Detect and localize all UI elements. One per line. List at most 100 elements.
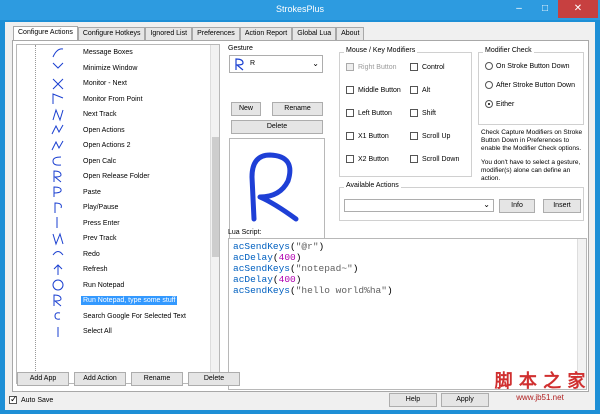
x1-button-label: X1 Button	[358, 132, 389, 140]
action-list-item[interactable]: Open Actions	[17, 123, 219, 139]
right-button-checkbox[interactable]: Right Button	[346, 63, 397, 71]
action-list-item-label: Run Notepad	[83, 281, 125, 289]
info-button[interactable]: Info	[499, 199, 535, 213]
action-list-item[interactable]: Open Release Folder	[17, 169, 219, 185]
action-list-item[interactable]: Run Notepad	[17, 278, 219, 294]
control-label: Control	[422, 63, 445, 71]
radio-on-stroke-down-label: On Stroke Button Down	[496, 62, 570, 70]
radio-after-stroke-down[interactable]: After Stroke Button Down	[485, 81, 575, 89]
gesture-new-button[interactable]: New	[231, 102, 261, 116]
control-checkbox[interactable]: Control	[410, 63, 445, 71]
radio-on-stroke-down[interactable]: On Stroke Button Down	[485, 62, 570, 70]
x2-button-checkbox[interactable]: X2 Button	[346, 155, 389, 163]
lua-argument: "hello world%ha"	[295, 285, 387, 296]
action-list-item-label: Open Calc	[83, 157, 117, 165]
maximize-button[interactable]: □	[532, 0, 558, 18]
add-app-button[interactable]: Add App	[17, 372, 69, 386]
left-button-checkbox[interactable]: Left Button	[346, 109, 392, 117]
modifier-check-title: Modifier Check	[483, 47, 534, 54]
tab-about[interactable]: About	[336, 27, 365, 40]
tab-preferences[interactable]: Preferences	[192, 27, 240, 40]
middle-button-checkbox[interactable]: Middle Button	[346, 86, 401, 94]
gesture-thumbnail-icon	[52, 78, 64, 90]
action-list-item[interactable]: Open Actions 2	[17, 138, 219, 154]
modifier-check-note: Check Capture Modifiers on Stroke Button…	[481, 129, 583, 152]
lua-function-name: acDelay	[233, 274, 273, 285]
checkmark-icon: ✓	[9, 394, 18, 404]
gesture-thumbnail-icon	[54, 202, 62, 213]
gesture-preview-drawing	[249, 152, 299, 222]
action-list-item[interactable]: Redo	[17, 247, 219, 263]
watermark-text: 脚 本 之 家	[494, 371, 586, 392]
tab-configure-actions[interactable]: Configure Actions	[13, 26, 78, 40]
gesture-thumbnail-icon	[53, 170, 62, 183]
action-list-item[interactable]: Minimize Window	[17, 61, 219, 77]
action-list[interactable]: Message Boxes Minimize Window Monitor - Ne…	[16, 44, 220, 384]
gesture-delete-button[interactable]: Delete	[231, 120, 323, 134]
action-list-item[interactable]: Open Calc	[17, 154, 219, 170]
minimize-button[interactable]: –	[506, 0, 532, 18]
gesture-dropdown[interactable]: R ⌄	[229, 55, 323, 73]
action-list-item[interactable]: Search Google For Selected Text	[17, 309, 219, 325]
action-list-item-label: Redo	[83, 250, 100, 258]
gesture-thumbnail-icon	[52, 279, 64, 291]
scroll-up-checkbox[interactable]: Scroll Up	[410, 132, 450, 140]
action-list-item-label: Next Track	[83, 111, 117, 119]
tab-global-lua[interactable]: Global Lua	[292, 27, 337, 40]
shift-label: Shift	[422, 109, 437, 117]
auto-save-checkbox[interactable]: ✓ Auto Save	[9, 394, 54, 404]
chevron-down-icon: ⌄	[483, 200, 490, 209]
action-list-item-label: Minimize Window	[83, 64, 138, 72]
shift-checkbox[interactable]: Shift	[410, 109, 436, 117]
radio-either[interactable]: Either	[485, 100, 514, 108]
title-bar: StrokesPlus – □ ✕	[0, 0, 600, 20]
tab-action-report[interactable]: Action Report	[239, 27, 293, 40]
action-list-item[interactable]: Monitor From Point	[17, 92, 219, 108]
lua-code-line: acSendKeys("hello world%ha")	[233, 285, 393, 296]
gesture-rename-button[interactable]: Rename	[272, 102, 323, 116]
right-button-label: Right Button	[358, 63, 397, 71]
app-window: StrokesPlus – □ ✕ Configure Actions Confi…	[0, 0, 600, 414]
add-action-button[interactable]: Add Action	[74, 372, 126, 386]
tab-strip: Configure Actions Configure Hotkeys Ignore…	[13, 26, 365, 40]
action-list-item-label: Open Actions	[83, 126, 125, 134]
action-list-item-label: Open Actions 2	[83, 142, 131, 150]
delete-button[interactable]: Delete	[188, 372, 240, 386]
gesture-thumbnail-icon	[51, 125, 64, 135]
action-list-item[interactable]: Next Track	[17, 107, 219, 123]
gesture-thumbnail-icon	[52, 48, 64, 57]
action-list-item[interactable]: Play/Pause	[17, 200, 219, 216]
action-list-item[interactable]: Paste	[17, 185, 219, 201]
apply-button[interactable]: Apply	[441, 393, 489, 407]
gesture-thumbnail-icon	[53, 186, 62, 198]
gesture-thumbnail-icon	[52, 108, 64, 122]
tab-configure-hotkeys[interactable]: Configure Hotkeys	[77, 27, 146, 40]
alt-checkbox[interactable]: Alt	[410, 86, 430, 94]
auto-save-label: Auto Save	[21, 396, 54, 404]
action-list-item[interactable]: Message Boxes	[17, 45, 219, 61]
action-list-item-label: Paste	[83, 188, 101, 196]
action-list-item-label: Refresh	[83, 266, 108, 274]
rename-button[interactable]: Rename	[131, 372, 183, 386]
tab-ignored-list[interactable]: Ignored List	[145, 27, 193, 40]
action-list-item[interactable]: Press Enter	[17, 216, 219, 232]
action-list-item[interactable]: Run Notepad, type some stuff	[17, 293, 219, 309]
available-actions-dropdown[interactable]: ⌄	[344, 199, 494, 212]
gesture-thumbnail-icon	[51, 140, 64, 150]
action-list-item[interactable]: Prev Track	[17, 231, 219, 247]
scroll-down-checkbox[interactable]: Scroll Down	[410, 155, 459, 163]
watermark-url: www.jb51.net	[516, 393, 564, 402]
action-list-item[interactable]: Select All	[17, 324, 219, 340]
action-list-item[interactable]: Monitor - Next	[17, 76, 219, 92]
gesture-thumbnail-icon	[52, 62, 64, 69]
modifiers-title: Mouse / Key Modifiers	[344, 47, 418, 54]
lua-argument: 400	[278, 252, 296, 263]
insert-button[interactable]: Insert	[543, 199, 581, 213]
help-button[interactable]: Help	[389, 393, 437, 407]
gesture-thumbnail-icon	[52, 251, 64, 256]
close-button[interactable]: ✕	[558, 0, 598, 18]
list-scrollbar[interactable]	[210, 45, 219, 383]
action-list-item[interactable]: Refresh	[17, 262, 219, 278]
x1-button-checkbox[interactable]: X1 Button	[346, 132, 389, 140]
scrollbar-thumb[interactable]	[212, 137, 219, 257]
